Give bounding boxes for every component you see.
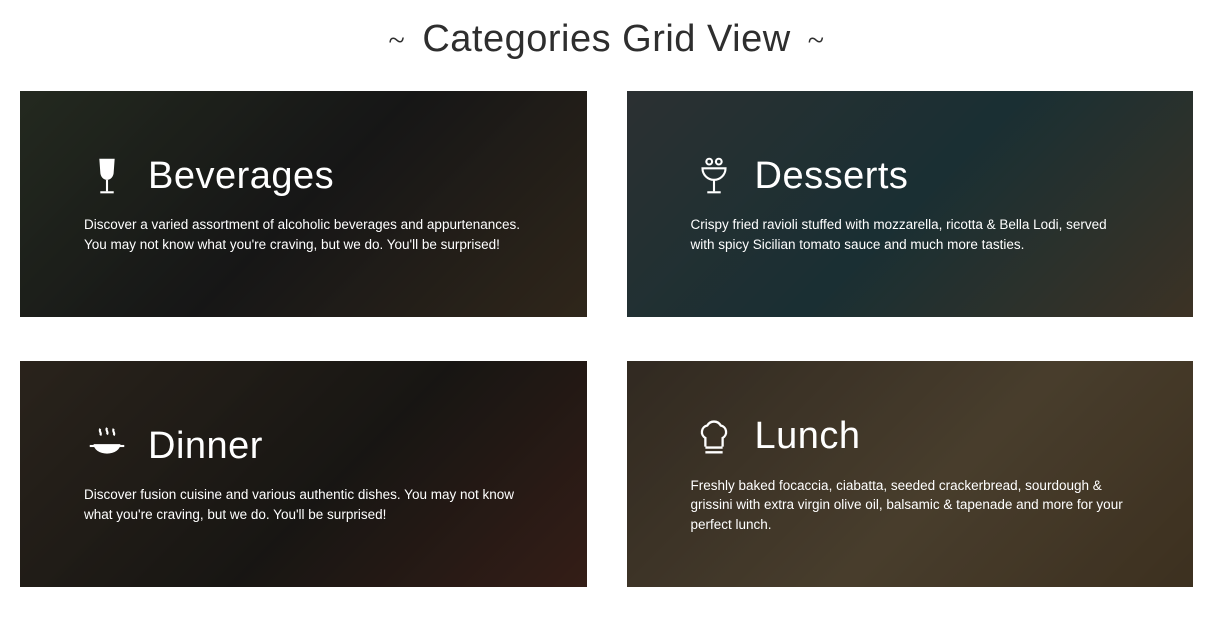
- card-title: Beverages: [148, 155, 334, 198]
- page-title: ~ Categories Grid View ~: [0, 0, 1213, 91]
- card-description: Crispy fried ravioli stuffed with mozzar…: [691, 215, 1130, 254]
- category-card-lunch[interactable]: Lunch Freshly baked focaccia, ciabatta, …: [627, 361, 1194, 587]
- card-description: Discover fusion cuisine and various auth…: [84, 485, 523, 524]
- category-card-beverages[interactable]: Beverages Discover a varied assortment o…: [20, 91, 587, 317]
- chef-hat-icon: [691, 414, 737, 460]
- categories-grid: Beverages Discover a varied assortment o…: [0, 91, 1213, 607]
- decorative-tilde-left: ~: [383, 24, 412, 57]
- card-content: Lunch Freshly baked focaccia, ciabatta, …: [691, 414, 1130, 535]
- wine-glass-icon: [84, 153, 130, 199]
- card-title: Lunch: [755, 415, 861, 458]
- category-card-desserts[interactable]: Desserts Crispy fried ravioli stuffed wi…: [627, 91, 1194, 317]
- card-header: Beverages: [84, 153, 523, 199]
- card-content: Dinner Discover fusion cuisine and vario…: [84, 423, 523, 524]
- card-header: Lunch: [691, 414, 1130, 460]
- hot-pot-icon: [84, 423, 130, 469]
- card-title: Desserts: [755, 155, 909, 198]
- page-title-text: Categories Grid View: [422, 18, 790, 60]
- card-description: Discover a varied assortment of alcoholi…: [84, 215, 523, 254]
- card-content: Desserts Crispy fried ravioli stuffed wi…: [691, 153, 1130, 254]
- category-card-dinner[interactable]: Dinner Discover fusion cuisine and vario…: [20, 361, 587, 587]
- card-content: Beverages Discover a varied assortment o…: [84, 153, 523, 254]
- card-header: Dinner: [84, 423, 523, 469]
- card-header: Desserts: [691, 153, 1130, 199]
- dessert-cup-icon: [691, 153, 737, 199]
- card-description: Freshly baked focaccia, ciabatta, seeded…: [691, 476, 1130, 535]
- decorative-tilde-right: ~: [802, 24, 831, 57]
- card-title: Dinner: [148, 425, 263, 468]
